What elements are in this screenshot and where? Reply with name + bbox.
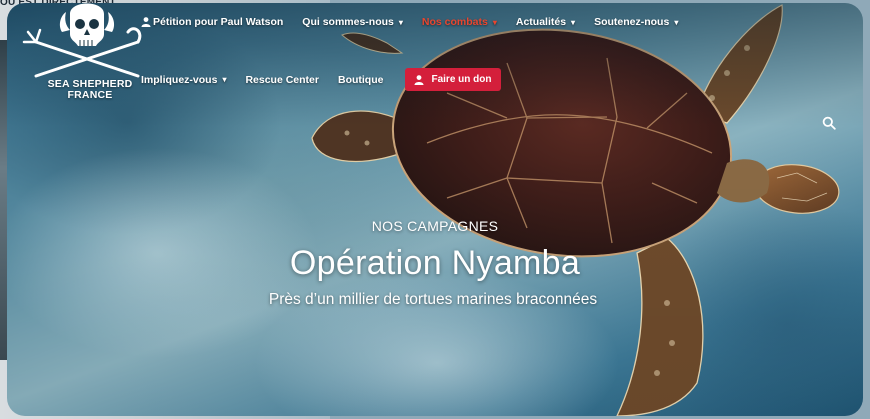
donate-button-label: Faire un don (431, 74, 492, 85)
hero-kicker: NOS CAMPAGNES (371, 218, 499, 234)
nav-item-qui-sommes-nous[interactable]: Qui sommes-nous ▾ (302, 16, 403, 28)
nav-item-rescue-center[interactable]: Rescue Center (245, 74, 319, 86)
nav-item-boutique[interactable]: Boutique (338, 74, 384, 86)
chevron-down-icon: ▾ (571, 17, 576, 27)
nav-item-nos-combats[interactable]: Nos combats ▾ (422, 16, 497, 28)
chevron-down-icon: ▾ (398, 17, 403, 27)
chevron-down-icon: ▾ (674, 17, 679, 27)
brand-name: SEA SHEPHERD FRANCE (30, 79, 150, 101)
nav-item-soutenez-nous[interactable]: Soutenez-nous ▾ (594, 16, 678, 28)
nav-item-label: Rescue Center (245, 73, 319, 86)
person-icon (141, 17, 151, 27)
nav-item-impliquez-vous[interactable]: Impliquez-vous ▾ (141, 74, 226, 86)
hero-title: Opération Nyamba (289, 244, 581, 282)
nav-item-label: Qui sommes-nous (302, 16, 394, 28)
main-nav-row-2: Impliquez-vous ▾ Rescue Center Boutique … (141, 68, 502, 91)
nav-item-label: Impliquez-vous (141, 73, 218, 86)
nav-item-label: Actualités (515, 16, 567, 28)
chevron-down-icon: ▾ (222, 75, 227, 84)
nav-item-label: Pétition pour Paul Watson (153, 16, 284, 28)
nav-item-petition[interactable]: Pétition pour Paul Watson (140, 16, 283, 28)
search-icon[interactable] (822, 116, 836, 130)
nav-item-label: Nos combats (421, 16, 488, 28)
chevron-down-icon: ▾ (492, 17, 497, 27)
donate-person-icon (414, 74, 424, 85)
donate-button[interactable]: Faire un don (405, 68, 502, 91)
hero-subtitle: Près d’un millier de tortues marines bra… (268, 291, 598, 308)
nav-item-label: Soutenez-nous (594, 16, 670, 28)
brand-name-line2: FRANCE (67, 89, 113, 101)
nav-item-label: Boutique (337, 73, 384, 86)
main-nav-row-1: Pétition pour Paul Watson Qui sommes-nou… (140, 16, 697, 28)
nav-item-actualites[interactable]: Actualités ▾ (516, 16, 575, 28)
